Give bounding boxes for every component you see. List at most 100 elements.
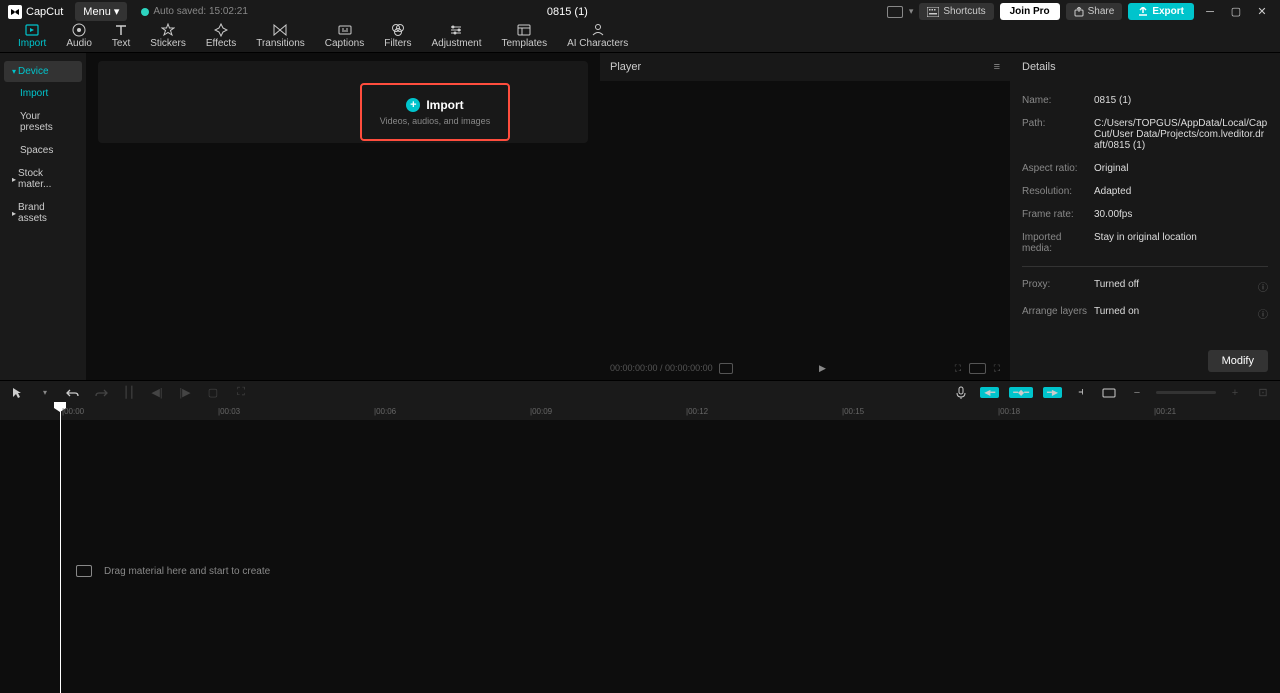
sidebar-item-brand[interactable]: ▸ Brand assets bbox=[0, 196, 86, 230]
tool-tab-transitions[interactable]: Transitions bbox=[246, 21, 315, 52]
mic-icon[interactable] bbox=[952, 384, 970, 402]
tool-tab-filters[interactable]: Filters bbox=[374, 21, 421, 52]
player-title: Player bbox=[610, 61, 641, 73]
crop-icon[interactable]: ⛶ bbox=[955, 363, 961, 374]
shortcuts-button[interactable]: Shortcuts bbox=[919, 3, 993, 20]
detail-row-arrange: Arrange layers Turned on ⓘ bbox=[1022, 300, 1268, 327]
sidebar-item-stock[interactable]: ▸ Stock mater... bbox=[0, 162, 86, 196]
close-button[interactable]: ✕ bbox=[1252, 2, 1272, 22]
export-icon bbox=[1138, 7, 1148, 17]
ruler-mark: |00:00 bbox=[62, 407, 84, 416]
timeline-drag-hint: Drag material here and start to create bbox=[76, 565, 270, 577]
detail-row-imported: Imported media: Stay in original locatio… bbox=[1022, 226, 1268, 260]
preview-icon[interactable] bbox=[1100, 384, 1118, 402]
sidebar-item-import[interactable]: Import bbox=[0, 82, 86, 105]
tool-tab-effects[interactable]: Effects bbox=[196, 21, 246, 52]
play-button[interactable]: ▶ bbox=[819, 363, 826, 374]
tool-tab-captions[interactable]: Captions bbox=[315, 21, 374, 52]
autosave-status: Auto saved: 15:02:21 bbox=[141, 6, 248, 17]
magnet-right-icon[interactable]: ━▶ bbox=[1043, 387, 1062, 398]
align-icon[interactable]: ⫞ bbox=[1072, 384, 1090, 402]
crop-button[interactable]: ⛶ bbox=[232, 384, 250, 402]
import-sidebar: ▾ Device Import Your presets Spaces ▸ St… bbox=[0, 53, 86, 380]
tool-tab-import[interactable]: Import bbox=[8, 21, 56, 52]
ruler-mark: |00:21 bbox=[1154, 407, 1176, 416]
captions-icon bbox=[337, 23, 353, 37]
import-drop-zone[interactable] bbox=[98, 61, 588, 143]
audio-icon bbox=[71, 23, 87, 37]
info-icon[interactable]: ⓘ bbox=[1258, 306, 1268, 321]
delete-left-button[interactable]: ◀| bbox=[148, 384, 166, 402]
import-box[interactable]: + Import Videos, audios, and images bbox=[360, 83, 510, 141]
tool-tab-adjustment[interactable]: Adjustment bbox=[421, 21, 491, 52]
share-button[interactable]: Share bbox=[1066, 3, 1123, 20]
zoom-out-icon[interactable]: − bbox=[1128, 384, 1146, 402]
maximize-button[interactable]: ▢ bbox=[1226, 2, 1246, 22]
player-canvas[interactable] bbox=[600, 81, 1010, 356]
title-bar-right: ▾ Shortcuts Join Pro Share Export ─ ▢ ✕ bbox=[887, 2, 1272, 22]
delete-right-button[interactable]: |▶ bbox=[176, 384, 194, 402]
stickers-icon bbox=[160, 23, 176, 37]
tool-tab-ai-characters[interactable]: AI Characters bbox=[557, 21, 638, 52]
effects-icon bbox=[213, 23, 229, 37]
export-button[interactable]: Export bbox=[1128, 3, 1194, 20]
sidebar-item-presets[interactable]: Your presets bbox=[0, 105, 86, 139]
tool-tab-templates[interactable]: Templates bbox=[492, 21, 558, 52]
import-panel: + Import Videos, audios, and images bbox=[86, 53, 600, 380]
magnet-center-icon[interactable]: ━◆━ bbox=[1009, 387, 1033, 398]
tool-tabs: Import Audio Text Stickers Effects Trans… bbox=[0, 23, 1280, 53]
playhead-marker[interactable] bbox=[60, 404, 61, 420]
ruler-mark: |00:15 bbox=[842, 407, 864, 416]
tool-tab-audio[interactable]: Audio bbox=[56, 21, 102, 52]
modify-button[interactable]: Modify bbox=[1208, 350, 1268, 372]
info-icon[interactable]: ⓘ bbox=[1258, 279, 1268, 294]
minimize-button[interactable]: ─ bbox=[1200, 2, 1220, 22]
player-timecode: 00:00:00:00 / 00:00:00:00 bbox=[610, 363, 713, 373]
delete-button[interactable]: ▢ bbox=[204, 384, 222, 402]
zoom-in-icon[interactable]: + bbox=[1226, 384, 1244, 402]
detail-row-resolution: Resolution: Adapted bbox=[1022, 180, 1268, 203]
detail-row-framerate: Frame rate: 30.00fps bbox=[1022, 203, 1268, 226]
menu-button[interactable]: Menu ▾ bbox=[75, 2, 127, 21]
import-box-subtitle: Videos, audios, and images bbox=[380, 116, 490, 126]
sidebar-item-spaces[interactable]: Spaces bbox=[0, 139, 86, 162]
redo-button[interactable] bbox=[92, 384, 110, 402]
player-header: Player ≡ bbox=[600, 53, 1010, 81]
timeline-ruler[interactable]: |00:00 |00:03 |00:06 |00:09 |00:12 |00:1… bbox=[0, 404, 1280, 420]
plus-icon: + bbox=[406, 98, 420, 112]
selection-dropdown-icon[interactable]: ▾ bbox=[36, 384, 54, 402]
templates-icon bbox=[516, 23, 532, 37]
layout-icon[interactable] bbox=[887, 6, 903, 18]
chevron-down-icon[interactable]: ▾ bbox=[909, 6, 914, 17]
chevron-down-icon: ▾ bbox=[114, 5, 120, 18]
logo-text: CapCut bbox=[26, 6, 63, 18]
details-panel: Details Name: 0815 (1) Path: C:/Users/TO… bbox=[1010, 53, 1280, 380]
player-quality-badge[interactable] bbox=[719, 363, 733, 374]
keyboard-icon bbox=[927, 7, 939, 17]
undo-button[interactable] bbox=[64, 384, 82, 402]
timeline-toolbar-right: ◀━ ━◆━ ━▶ ⫞ − + ⊡ bbox=[952, 384, 1272, 402]
details-title: Details bbox=[1010, 53, 1280, 81]
tool-tab-text[interactable]: Text bbox=[102, 21, 140, 52]
title-bar: CapCut Menu ▾ Auto saved: 15:02:21 0815 … bbox=[0, 0, 1280, 23]
sidebar-item-device[interactable]: ▾ Device bbox=[4, 61, 82, 82]
join-pro-button[interactable]: Join Pro bbox=[1000, 3, 1060, 20]
split-button[interactable]: ⎮⎮ bbox=[120, 384, 138, 402]
detail-row-aspect: Aspect ratio: Original bbox=[1022, 157, 1268, 180]
fullscreen-icon[interactable]: ⛶ bbox=[994, 363, 1000, 374]
fit-icon[interactable]: ⊡ bbox=[1254, 384, 1272, 402]
player-menu-icon[interactable]: ≡ bbox=[994, 61, 1000, 73]
main-content-row: ▾ Device Import Your presets Spaces ▸ St… bbox=[0, 53, 1280, 380]
timeline-toolbar: ▾ ⎮⎮ ◀| |▶ ▢ ⛶ ◀━ ━◆━ ━▶ ⫞ − + ⊡ bbox=[0, 380, 1280, 404]
ruler-mark: |00:06 bbox=[374, 407, 396, 416]
detail-divider bbox=[1022, 266, 1268, 267]
magnet-left-icon[interactable]: ◀━ bbox=[980, 387, 999, 398]
tool-tab-stickers[interactable]: Stickers bbox=[140, 21, 196, 52]
import-icon bbox=[24, 23, 40, 37]
ratio-selector[interactable] bbox=[969, 363, 986, 374]
transitions-icon bbox=[272, 23, 288, 37]
timeline-tracks[interactable]: Drag material here and start to create bbox=[0, 420, 1280, 693]
zoom-slider[interactable] bbox=[1156, 391, 1216, 394]
playhead-line[interactable] bbox=[60, 420, 61, 693]
selection-tool-icon[interactable] bbox=[8, 384, 26, 402]
